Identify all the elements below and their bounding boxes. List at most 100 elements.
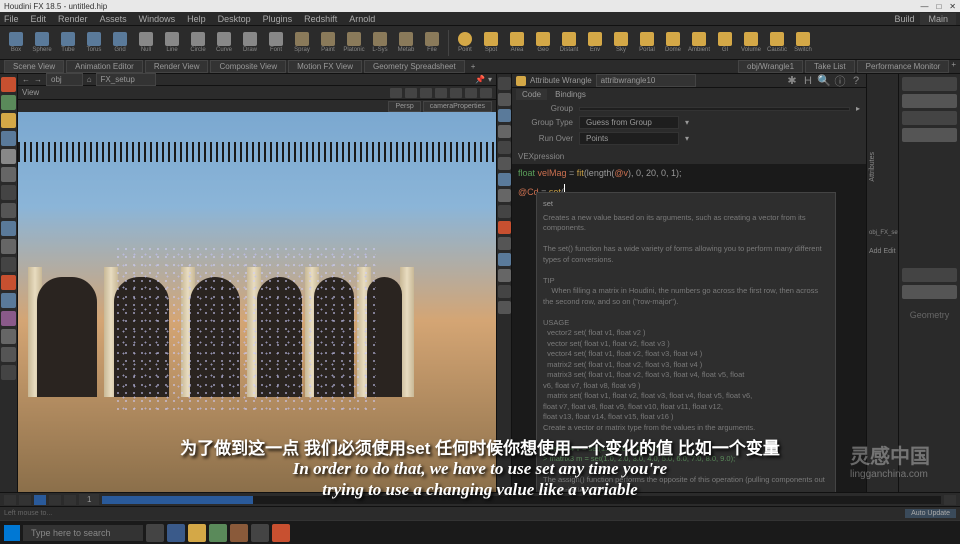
tool8-icon[interactable]: [1, 203, 16, 218]
back-icon[interactable]: ←: [22, 75, 30, 84]
shelf-font[interactable]: Font: [264, 28, 288, 58]
tab-code[interactable]: Code: [516, 89, 547, 100]
shelf-portal[interactable]: Portal: [635, 28, 659, 58]
mb13-icon[interactable]: [498, 269, 511, 282]
mb10-icon[interactable]: [498, 221, 511, 234]
taskbar-app2-icon[interactable]: [167, 524, 185, 542]
shelf-metab[interactable]: Metab: [394, 28, 418, 58]
menu-desktop[interactable]: Desktop: [218, 14, 251, 24]
main-label[interactable]: Main: [920, 13, 956, 25]
minimize-icon[interactable]: —: [920, 2, 928, 11]
windows-start-icon[interactable]: [4, 525, 20, 541]
tool11-icon[interactable]: [1, 257, 16, 272]
tool16-icon[interactable]: [1, 347, 16, 362]
lighting-icon[interactable]: [498, 125, 511, 138]
shading-icon[interactable]: [498, 93, 511, 106]
tab-geosheet[interactable]: Geometry Spreadsheet: [364, 60, 465, 73]
last-frame-icon[interactable]: [64, 495, 76, 505]
net-tool1-icon[interactable]: [902, 77, 957, 91]
taskbar-app5-icon[interactable]: [230, 524, 248, 542]
edit-button[interactable]: Edit: [883, 248, 895, 255]
menu-assets[interactable]: Assets: [100, 14, 127, 24]
chevron-down-icon[interactable]: ▾: [685, 134, 689, 143]
shelf-spotlight[interactable]: Spot: [479, 28, 503, 58]
tool6-icon[interactable]: [1, 167, 16, 182]
gtype-select[interactable]: Guess from Group: [579, 116, 679, 129]
shelf-draw[interactable]: Draw: [238, 28, 262, 58]
tool10-icon[interactable]: [1, 239, 16, 254]
next-frame-icon[interactable]: [49, 495, 61, 505]
tab-composite[interactable]: Composite View: [210, 60, 286, 73]
scale-tool-icon[interactable]: [1, 131, 16, 146]
display-icon[interactable]: [498, 77, 511, 90]
wire-icon[interactable]: [498, 109, 511, 122]
mb15-icon[interactable]: [498, 301, 511, 314]
vp-tool2-icon[interactable]: [405, 88, 417, 98]
shelf-lsys[interactable]: L-Sys: [368, 28, 392, 58]
help-icon[interactable]: ?: [850, 75, 862, 87]
persp-button[interactable]: Persp: [388, 101, 420, 112]
shelf-sky[interactable]: Sky: [609, 28, 633, 58]
shelf-distant[interactable]: Distant: [557, 28, 581, 58]
menu-plugins[interactable]: Plugins: [263, 14, 293, 24]
first-frame-icon[interactable]: [4, 495, 16, 505]
path-pin-icon[interactable]: 📌: [475, 75, 485, 84]
tab-wrangle[interactable]: obj/Wrangle1: [738, 60, 803, 73]
search-icon[interactable]: 🔍: [818, 75, 830, 87]
flag-icon[interactable]: H: [802, 75, 814, 87]
vp-tool6-icon[interactable]: [465, 88, 477, 98]
taskbar-app6-icon[interactable]: [251, 524, 269, 542]
node-name-input[interactable]: [596, 74, 696, 87]
net-tool4-icon[interactable]: [902, 128, 957, 142]
shelf-arealight[interactable]: Area: [505, 28, 529, 58]
mb6-icon[interactable]: [498, 157, 511, 170]
taskbar-search[interactable]: Type here to search: [23, 525, 143, 541]
mb5-icon[interactable]: [498, 141, 511, 154]
move-tool-icon[interactable]: [1, 95, 16, 110]
shelf-switch[interactable]: Switch: [791, 28, 815, 58]
net-tool2-icon[interactable]: [902, 94, 957, 108]
rotate-tool-icon[interactable]: [1, 113, 16, 128]
shelf-null[interactable]: Null: [134, 28, 158, 58]
taskbar-app4-icon[interactable]: [209, 524, 227, 542]
shelf-torus[interactable]: Torus: [82, 28, 106, 58]
camera-button[interactable]: cameraProperties: [423, 101, 492, 112]
path-fx[interactable]: FX_setup: [96, 73, 156, 86]
menu-edit[interactable]: Edit: [31, 14, 47, 24]
shelf-tube[interactable]: Tube: [56, 28, 80, 58]
shelf-platonic[interactable]: Platonic: [342, 28, 366, 58]
snap-icon[interactable]: [1, 329, 16, 344]
add-tab-icon[interactable]: +: [471, 62, 476, 71]
viewport-3d[interactable]: [18, 112, 496, 492]
play-icon[interactable]: [34, 495, 46, 505]
path-obj[interactable]: obj: [46, 73, 83, 86]
tool9-icon[interactable]: [1, 221, 16, 236]
shelf-env[interactable]: Env: [583, 28, 607, 58]
mb7-icon[interactable]: [498, 173, 511, 186]
tool12-icon[interactable]: [1, 275, 16, 290]
net-zoom-icon[interactable]: [902, 285, 957, 299]
tool17-icon[interactable]: [1, 365, 16, 380]
shelf-caustic[interactable]: Caustic: [765, 28, 789, 58]
tool14-icon[interactable]: [1, 311, 16, 326]
menu-windows[interactable]: Windows: [139, 14, 176, 24]
taskbar-app3-icon[interactable]: [188, 524, 206, 542]
shelf-geolight[interactable]: Geo: [531, 28, 555, 58]
chevron-down-icon[interactable]: ▾: [685, 118, 689, 127]
vp-tool7-icon[interactable]: [480, 88, 492, 98]
vex-code-editor[interactable]: float velMag = fit(length(@v), 0, 20, 0,…: [512, 164, 866, 492]
net-search-icon[interactable]: [902, 268, 957, 282]
lock-icon[interactable]: [1, 185, 16, 200]
shelf-grid[interactable]: Grid: [108, 28, 132, 58]
network-view[interactable]: Geometry: [898, 74, 960, 492]
select-tool-icon[interactable]: [1, 77, 16, 92]
shelf-volume[interactable]: Volume: [739, 28, 763, 58]
close-icon[interactable]: ✕: [949, 2, 956, 11]
mb11-icon[interactable]: [498, 237, 511, 250]
path-menu-icon[interactable]: ▾: [488, 75, 492, 84]
frame-number[interactable]: 1: [79, 494, 99, 505]
mb9-icon[interactable]: [498, 205, 511, 218]
menu-arnold[interactable]: Arnold: [349, 14, 375, 24]
fwd-icon[interactable]: →: [34, 75, 42, 84]
mb8-icon[interactable]: [498, 189, 511, 202]
